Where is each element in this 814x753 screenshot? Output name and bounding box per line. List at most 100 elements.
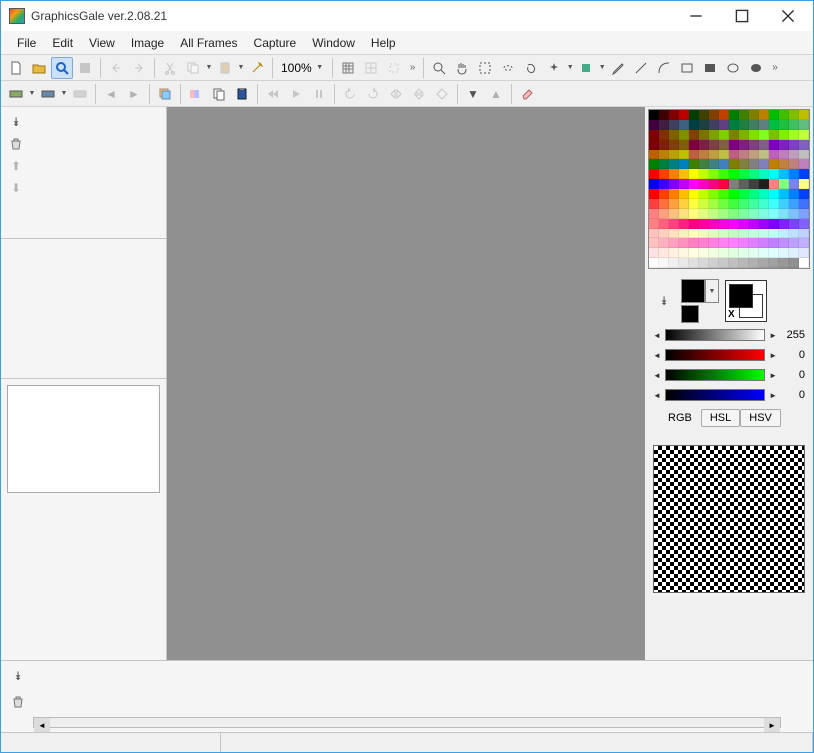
palette-cell[interactable]: [699, 159, 709, 169]
palette-cell[interactable]: [709, 258, 719, 268]
palette-cell[interactable]: [689, 110, 699, 120]
frame-collapse-icon[interactable]: ⯯: [9, 667, 27, 685]
red-slider[interactable]: ◄►0: [653, 347, 805, 363]
copy-dropdown-icon[interactable]: ▼: [205, 64, 213, 71]
palette-cell[interactable]: [669, 219, 679, 229]
palette-cell[interactable]: [749, 120, 759, 130]
hand-button[interactable]: [451, 57, 473, 79]
pencil-button[interactable]: [607, 57, 629, 79]
collapse-icon[interactable]: ⯯: [7, 113, 25, 131]
palette-cell[interactable]: [709, 169, 719, 179]
menu-edit[interactable]: Edit: [44, 33, 81, 53]
palette-cell[interactable]: [719, 130, 729, 140]
palette-cell[interactable]: [649, 130, 659, 140]
rotate-ccw-button[interactable]: [339, 83, 361, 105]
tab-hsv[interactable]: HSV: [740, 409, 781, 427]
magnifier-button[interactable]: [428, 57, 450, 79]
palette-cell[interactable]: [669, 258, 679, 268]
palette-cell[interactable]: [679, 169, 689, 179]
palette-cell[interactable]: [659, 238, 669, 248]
palette-cell[interactable]: [719, 248, 729, 258]
palette-cell[interactable]: [679, 150, 689, 160]
palette-cell[interactable]: [719, 140, 729, 150]
palette-cell[interactable]: [709, 199, 719, 209]
palette-cell[interactable]: [679, 248, 689, 258]
palette-cell[interactable]: [649, 150, 659, 160]
palette-cell[interactable]: [769, 120, 779, 130]
palette-cell[interactable]: [719, 199, 729, 209]
palette-cell[interactable]: [779, 110, 789, 120]
palette-cell[interactable]: [749, 130, 759, 140]
palette-cell[interactable]: [719, 238, 729, 248]
palette-cell[interactable]: [679, 258, 689, 268]
palette-cell[interactable]: [779, 238, 789, 248]
palette-cell[interactable]: [799, 209, 809, 219]
palette-cell[interactable]: [779, 140, 789, 150]
palette-cell[interactable]: [719, 150, 729, 160]
palette-cell[interactable]: [719, 209, 729, 219]
palette-cell[interactable]: [789, 209, 799, 219]
palette-cell[interactable]: [729, 130, 739, 140]
grid-button[interactable]: [337, 57, 359, 79]
frames-button-3[interactable]: [69, 83, 91, 105]
palette-cell[interactable]: [739, 199, 749, 209]
palette-cell[interactable]: [719, 120, 729, 130]
scroll-left-icon[interactable]: ◄: [34, 718, 50, 732]
palette-cell[interactable]: [699, 229, 709, 239]
palette-cell[interactable]: [649, 238, 659, 248]
palette-cell[interactable]: [799, 199, 809, 209]
palette-cell[interactable]: [659, 110, 669, 120]
palette-cell[interactable]: [689, 219, 699, 229]
palette-cell[interactable]: [679, 159, 689, 169]
toolbar-overflow-1[interactable]: »: [406, 62, 420, 73]
canvas-area[interactable]: [167, 107, 645, 660]
palette-cell[interactable]: [649, 229, 659, 239]
palette-cell[interactable]: [789, 159, 799, 169]
palette-cell[interactable]: [769, 110, 779, 120]
palette-cell[interactable]: [759, 179, 769, 189]
palette-cell[interactable]: [689, 238, 699, 248]
palette-cell[interactable]: [719, 189, 729, 199]
menu-window[interactable]: Window: [304, 33, 363, 53]
palette-cell[interactable]: [769, 258, 779, 268]
palette-cell[interactable]: [749, 189, 759, 199]
palette-cell[interactable]: [679, 209, 689, 219]
palette-cell[interactable]: [649, 140, 659, 150]
palette-cell[interactable]: [659, 169, 669, 179]
palette-cell[interactable]: [759, 140, 769, 150]
palette-cell[interactable]: [789, 150, 799, 160]
palette-cell[interactable]: [759, 229, 769, 239]
palette-cell[interactable]: [769, 169, 779, 179]
palette-cell[interactable]: [739, 150, 749, 160]
palette-cell[interactable]: [739, 140, 749, 150]
palette-cell[interactable]: [759, 110, 769, 120]
palette-cell[interactable]: [739, 159, 749, 169]
palette-cell[interactable]: [699, 248, 709, 258]
palette-cell[interactable]: [729, 150, 739, 160]
palette-cell[interactable]: [729, 258, 739, 268]
gray-slider[interactable]: ◄►255: [653, 327, 805, 343]
palette-cell[interactable]: [759, 159, 769, 169]
primary-swatch[interactable]: [681, 279, 705, 303]
palette-cell[interactable]: [789, 238, 799, 248]
flip-v-button[interactable]: [408, 83, 430, 105]
color-palette[interactable]: [648, 109, 810, 269]
wand-button[interactable]: [246, 57, 268, 79]
palette-cell[interactable]: [669, 248, 679, 258]
palette-cell[interactable]: [679, 219, 689, 229]
palette-cell[interactable]: [769, 159, 779, 169]
rect-button[interactable]: [676, 57, 698, 79]
palette-cell[interactable]: [739, 179, 749, 189]
menu-view[interactable]: View: [81, 33, 123, 53]
palette-cell[interactable]: [669, 189, 679, 199]
palette-cell[interactable]: [749, 140, 759, 150]
layer-button[interactable]: [154, 83, 176, 105]
palette-cell[interactable]: [729, 219, 739, 229]
palette-cell[interactable]: [789, 189, 799, 199]
palette-cell[interactable]: [659, 229, 669, 239]
frames-button-2[interactable]: [37, 83, 59, 105]
play-button[interactable]: [285, 83, 307, 105]
flip-free-button[interactable]: [431, 83, 453, 105]
palette-cell[interactable]: [779, 150, 789, 160]
palette-cell[interactable]: [659, 150, 669, 160]
